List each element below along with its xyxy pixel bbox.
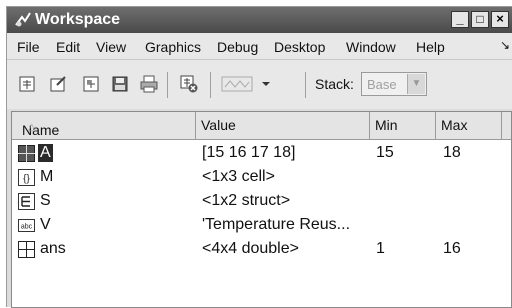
menu-overflow-icon[interactable]: ↘ [500,38,510,52]
table-header: Name △ Value Min Max [12,112,511,140]
window-title: Workspace [35,11,121,28]
toolbar-separator [305,72,306,98]
variable-max: 18 [443,144,461,161]
open-variable-icon[interactable] [49,74,69,94]
column-header-label: Min [375,117,398,133]
variable-name: A [38,144,53,162]
variable-name: M [40,168,54,185]
stack-value: Base [367,77,397,92]
dropdown-arrow-icon[interactable] [259,74,273,94]
save-workspace-icon[interactable] [110,74,130,94]
column-header-min[interactable]: Min [370,112,436,139]
variable-value: [15 16 17 18] [202,144,296,161]
menu-debug[interactable]: Debug [217,39,258,55]
column-header-value[interactable]: Value [196,112,370,139]
menu-help[interactable]: Help [416,39,445,55]
variable-value: <4x4 double> [202,240,299,257]
close-button[interactable]: × [491,11,509,28]
variable-name: S [40,192,51,209]
variable-min: 15 [376,144,394,161]
minimize-button[interactable]: _ [451,11,469,28]
print-icon[interactable] [139,74,159,94]
workspace-table: Name △ Value Min Max A [15 16 17 18] 15 1… [11,111,512,308]
variable-value: <1x2 struct> [202,192,291,209]
variable-name: V [40,216,51,233]
svg-text:{}: {} [23,174,30,185]
struct-icon [18,193,35,210]
workspace-icon [15,12,31,27]
menu-edit[interactable]: Edit [56,39,80,55]
chevron-down-icon[interactable]: ▼ [407,74,425,94]
variable-value: <1x3 cell> [202,168,275,185]
import-data-icon[interactable] [81,74,101,94]
menu-window[interactable]: Window [346,39,396,55]
toolbar-separator [210,72,211,98]
column-header-max[interactable]: Max [436,112,502,139]
svg-text:abc: abc [21,224,33,231]
char-array-icon: abc [18,219,35,232]
toolbar: Stack: Base ▼ [7,59,512,109]
plot-selector-icon[interactable] [221,74,253,94]
title-bar[interactable]: Workspace _ □ × [7,7,512,33]
table-row[interactable]: {} M <1x3 cell> [12,166,511,190]
cell-array-icon: {} [18,169,35,186]
column-header-name[interactable]: Name △ [12,112,196,139]
stack-select[interactable]: Base ▼ [361,72,427,96]
workspace-window: Workspace _ □ × File Edit View Graphics … [6,6,512,308]
menu-graphics[interactable]: Graphics [145,39,201,55]
restore-button[interactable]: □ [471,11,489,28]
variable-max: 16 [443,240,461,257]
menu-desktop[interactable]: Desktop [274,39,325,55]
stack-label: Stack: [315,76,354,92]
menu-view[interactable]: View [96,39,126,55]
variable-value: 'Temperature Reus... [202,216,351,233]
new-variable-icon[interactable] [17,74,37,94]
delete-variable-icon[interactable] [179,74,199,94]
column-header-label: Value [201,117,236,133]
table-row[interactable]: S <1x2 struct> [12,190,511,214]
menu-file[interactable]: File [17,39,40,55]
column-header-label: Max [441,117,468,133]
table-row[interactable]: ans <4x4 double> 1 16 [12,238,511,262]
matrix-icon [18,145,35,162]
sort-ascending-icon: △ [28,122,36,133]
toolbar-separator [167,72,168,98]
variable-min: 1 [376,240,385,257]
table-row[interactable]: A [15 16 17 18] 15 18 [12,142,511,166]
matrix-icon [18,241,35,258]
variable-name: ans [40,240,66,257]
table-row[interactable]: abc V 'Temperature Reus... [12,214,511,238]
menu-bar: File Edit View Graphics Debug Desktop Wi… [7,33,512,59]
